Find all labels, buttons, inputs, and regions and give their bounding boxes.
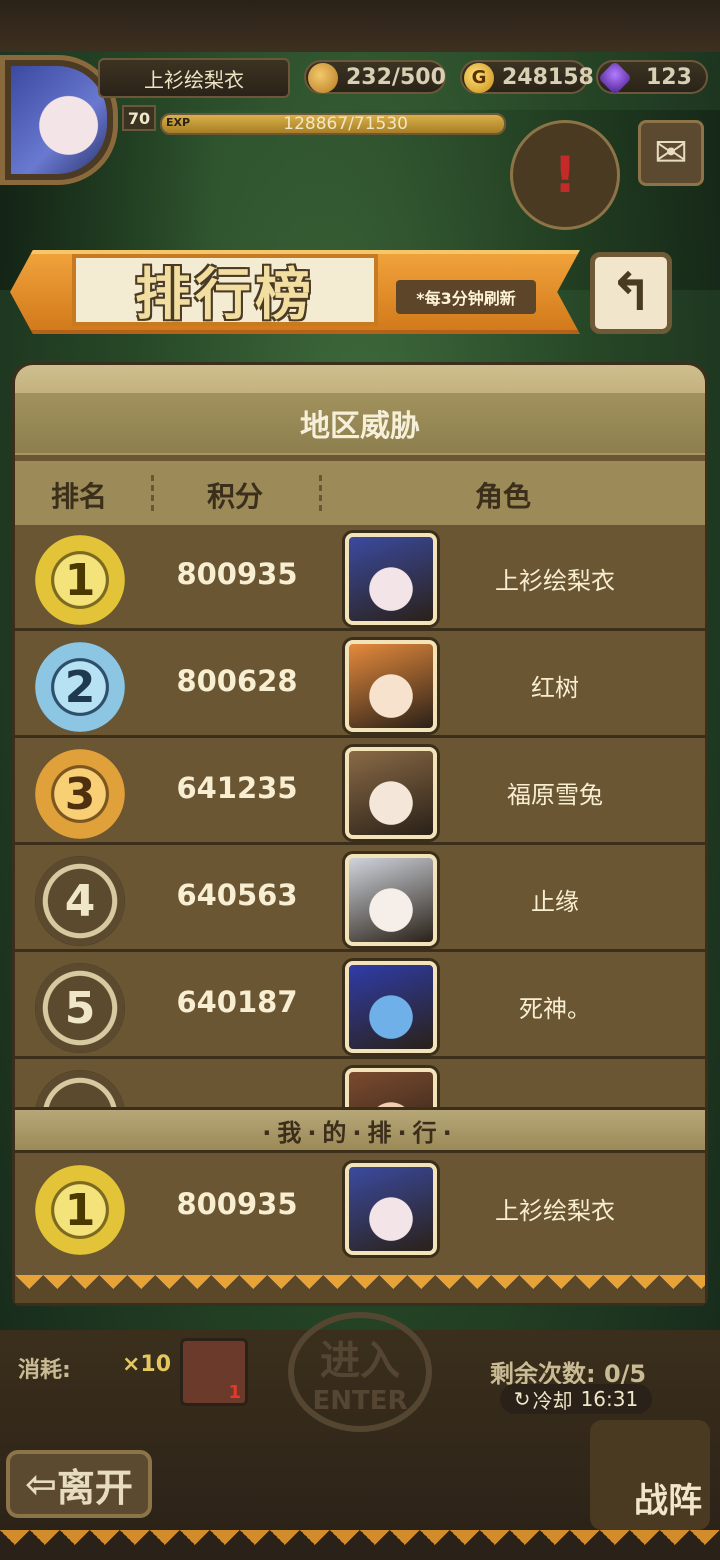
stamina-value: 232/500	[346, 64, 446, 90]
bread-icon	[308, 63, 338, 93]
my-rank-row[interactable]: 1 800935 上衫绘梨衣	[15, 1157, 705, 1261]
rank-badge: 2	[35, 642, 125, 732]
character-portrait[interactable]	[345, 640, 437, 732]
avatar-image	[11, 66, 107, 174]
enter-button[interactable]: 进入 ENTER	[288, 1312, 432, 1432]
gem-value: 123	[646, 64, 692, 90]
exp-value: 128867/71530	[283, 114, 408, 134]
character-portrait[interactable]	[345, 854, 437, 946]
formation-button[interactable]: 战阵	[590, 1420, 710, 1530]
score-value: 800935	[176, 1187, 298, 1221]
top-hud: 上衫绘梨衣 232/500 G 248158 123 70 EXP 128867…	[0, 0, 720, 230]
player-level: 70	[122, 105, 156, 131]
gem-icon	[598, 61, 632, 95]
rank-badge: 3	[35, 749, 125, 839]
ticket-item[interactable]: 1	[180, 1338, 248, 1406]
leave-button[interactable]: ⇦ 离开	[6, 1450, 152, 1518]
player-name-cell: 止缘	[531, 888, 579, 916]
formation-label: 战阵	[634, 1481, 702, 1521]
page-title: 排行榜	[72, 254, 378, 328]
cost-amount: ×10	[122, 1352, 172, 1377]
enter-sub-label: ENTER	[312, 1386, 408, 1416]
character-portrait[interactable]	[345, 747, 437, 839]
header-divider	[319, 475, 322, 511]
exp-label: EXP	[166, 116, 191, 129]
col-score: 积分	[207, 480, 264, 513]
character-portrait[interactable]	[345, 1163, 437, 1255]
return-arrow-icon: ↰	[609, 263, 653, 323]
ranking-row[interactable]	[15, 1062, 705, 1107]
rank-badge	[35, 1070, 125, 1107]
score-value: 640563	[176, 878, 298, 912]
character-portrait[interactable]	[345, 1068, 437, 1107]
exp-bar: EXP 128867/71530	[160, 113, 506, 135]
ranking-list[interactable]: 1 800935 上衫绘梨衣 2 800628 红树 3 641235 福原雪兔…	[15, 527, 705, 1107]
back-button[interactable]: ↰	[590, 252, 672, 334]
region-title: 地区威胁	[15, 393, 705, 453]
score-value: 641235	[176, 771, 298, 805]
ranking-row[interactable]: 1 800935 上衫绘梨衣	[15, 527, 705, 631]
cooldown-timer: ↻ 冷却 16:31	[500, 1384, 652, 1414]
cooldown-label: 冷却	[532, 1388, 573, 1413]
arrow-left-icon: ⇦	[25, 1462, 57, 1506]
ranking-row[interactable]: 2 800628 红树	[15, 634, 705, 738]
bottom-zigzag-border	[0, 1530, 720, 1560]
gem-counter[interactable]: 123	[596, 60, 708, 95]
stamina-counter[interactable]: 232/500	[304, 60, 446, 94]
gold-coin-icon: G	[464, 63, 494, 93]
leave-label: 离开	[56, 1465, 133, 1510]
cost-label: 消耗:	[18, 1358, 71, 1383]
quest-scroll-button[interactable]: !	[510, 120, 620, 230]
gold-counter[interactable]: G 248158	[460, 60, 594, 94]
refresh-note: *每3分钟刷新	[396, 280, 536, 314]
column-headers: 排名 积分 角色	[15, 461, 705, 525]
score-value: 800628	[176, 664, 298, 698]
score-value: 800935	[176, 557, 298, 591]
panel-zigzag-border	[15, 1275, 705, 1303]
hud-bar	[0, 0, 720, 52]
enter-label: 进入	[320, 1338, 400, 1384]
score-value: 640187	[176, 985, 298, 1019]
col-rank: 排名	[51, 480, 108, 513]
player-name-cell: 死神。	[519, 995, 591, 1023]
my-rank-title: ·我·的·排·行·	[15, 1107, 705, 1153]
player-name-cell: 红树	[531, 674, 579, 702]
player-name-cell: 福原雪兔	[507, 781, 603, 809]
player-name-cell: 上衫绘梨衣	[495, 1197, 615, 1225]
rank-badge: 5	[35, 963, 125, 1053]
ranking-row[interactable]: 5 640187 死神。	[15, 955, 705, 1059]
player-name-cell: 上衫绘梨衣	[495, 567, 615, 595]
col-role: 角色	[475, 480, 532, 513]
cooldown-time: 16:31	[580, 1387, 639, 1411]
player-name: 上衫绘梨衣	[98, 58, 290, 98]
gold-value: 248158	[502, 64, 594, 90]
ticket-count: 1	[228, 1382, 241, 1403]
character-portrait[interactable]	[345, 961, 437, 1053]
character-portrait[interactable]	[345, 533, 437, 625]
rank-badge: 4	[35, 856, 125, 946]
ranking-row[interactable]: 4 640563 止缘	[15, 848, 705, 952]
rank-badge: 1	[35, 1165, 125, 1255]
envelope-icon: ✉	[654, 130, 688, 176]
rank-badge: 1	[35, 535, 125, 625]
leaderboard-panel: 地区威胁 排名 积分 角色 1 800935 上衫绘梨衣 2 800628 红树…	[12, 362, 708, 1306]
mail-button[interactable]: ✉	[638, 120, 704, 186]
scroll-icon: !	[553, 146, 577, 204]
ranking-row[interactable]: 3 641235 福原雪兔	[15, 741, 705, 845]
refresh-icon: ↻	[513, 1387, 531, 1411]
header-divider	[151, 475, 154, 511]
